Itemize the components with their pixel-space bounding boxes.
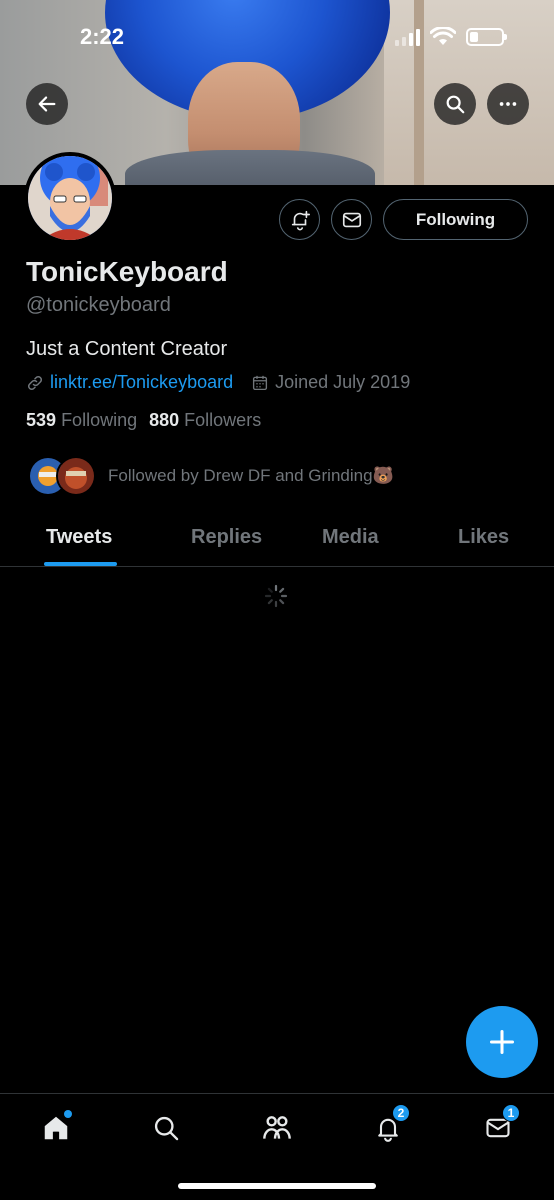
profile-avatar[interactable] — [24, 152, 116, 244]
nav-search[interactable] — [146, 1108, 186, 1148]
compose-tweet-button[interactable] — [466, 1006, 538, 1078]
back-button[interactable] — [26, 83, 68, 125]
wifi-icon — [430, 27, 456, 45]
avatar-image — [28, 156, 112, 240]
home-notification-dot — [64, 1110, 72, 1118]
link-icon — [27, 375, 43, 390]
profile-name: TonicKeyboard — [26, 256, 228, 287]
envelope-icon — [342, 212, 361, 227]
nav-messages[interactable]: 1 — [478, 1104, 520, 1148]
status-time: 2:22 — [80, 24, 125, 49]
messages-badge: 1 — [502, 1104, 520, 1122]
communities-icon — [263, 1116, 291, 1139]
notifications-badge: 2 — [392, 1104, 410, 1122]
tab-tweets[interactable]: Tweets — [46, 526, 112, 549]
tab-media[interactable]: Media — [322, 526, 379, 549]
loading-spinner-icon — [264, 584, 288, 608]
cellular-signal-icon — [395, 28, 420, 46]
search-button[interactable] — [434, 83, 476, 125]
search-icon — [446, 95, 465, 114]
followed-by-text: Followed by Drew DF and Grinding🐻 — [108, 466, 394, 485]
followers-count[interactable]: 880 Followers — [149, 410, 261, 431]
followed-by[interactable]: Followed by Drew DF and Grinding🐻 — [28, 456, 394, 496]
calendar-icon — [253, 375, 268, 390]
following-count[interactable]: 539 Following — [26, 410, 137, 431]
joined-date: Joined July 2019 — [275, 372, 411, 392]
search-icon — [154, 1116, 179, 1141]
profile-link[interactable]: linktr.ee/Tonickeyboard — [50, 372, 233, 393]
profile-tabs: Tweets Replies Media Likes — [0, 510, 554, 567]
arrow-left-icon — [38, 96, 56, 112]
notify-button[interactable] — [279, 199, 320, 240]
battery-icon — [466, 28, 507, 46]
bell-plus-icon — [291, 210, 310, 230]
profile-bio: Just a Content Creator — [26, 338, 228, 360]
tab-replies[interactable]: Replies — [191, 526, 262, 549]
profile-meta: linktr.ee/Tonickeyboard Joined July 2019 — [26, 372, 410, 393]
nav-home[interactable] — [36, 1108, 76, 1148]
profile-handle: @tonickeyboard — [26, 294, 171, 316]
home-indicator[interactable] — [178, 1183, 376, 1189]
active-tab-indicator — [44, 562, 117, 566]
message-button[interactable] — [331, 199, 372, 240]
status-bar: 2:22 — [0, 0, 554, 80]
follow-counts: 539 Following 880 Followers — [26, 410, 261, 431]
nav-notifications[interactable]: 2 — [368, 1104, 410, 1148]
more-horizontal-icon — [499, 102, 517, 106]
more-button[interactable] — [487, 83, 529, 125]
follower-avatar — [56, 456, 96, 496]
following-button[interactable]: Following — [383, 199, 528, 240]
tab-likes[interactable]: Likes — [458, 526, 509, 549]
nav-communities[interactable] — [257, 1108, 297, 1148]
plus-icon — [489, 1029, 515, 1055]
